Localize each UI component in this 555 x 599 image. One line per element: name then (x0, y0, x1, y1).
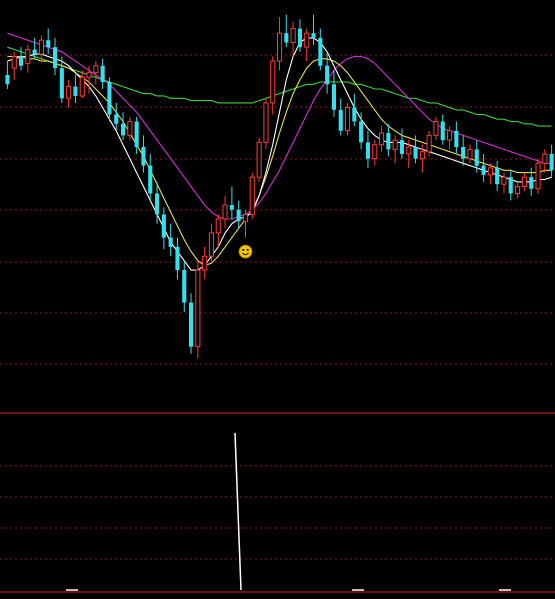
candle-body-up (242, 213, 248, 222)
candle-body-up (86, 72, 92, 78)
candle-body-up (66, 86, 72, 99)
candle-body-up (277, 32, 283, 62)
candle-body-down (175, 246, 180, 271)
candle-body-down (59, 68, 64, 99)
candle-body-up (270, 60, 276, 104)
candle-body-down (134, 121, 139, 147)
candle-body-down (325, 65, 330, 85)
candle-body-down (161, 214, 166, 238)
smiley-eye-right (246, 248, 249, 251)
candle-body-up (433, 121, 439, 136)
candle-body-up (501, 176, 507, 185)
candle-body-down (352, 107, 357, 122)
candle-body-up (215, 218, 221, 234)
candle-body-up (447, 130, 453, 141)
candle-body-down (121, 123, 126, 136)
candle-body-down (189, 302, 194, 347)
candle-body-up (345, 107, 351, 132)
candle-body-down (386, 133, 391, 150)
candle-body-down (454, 130, 459, 148)
candle-body-down (155, 193, 160, 215)
candle-body-up (521, 176, 527, 187)
smiley-face (238, 244, 253, 259)
candle-body-up (222, 204, 228, 220)
candle-body-up (542, 153, 548, 164)
candle-body-up (535, 162, 541, 190)
candle-body-down (73, 86, 78, 96)
candle-body-down (182, 270, 187, 303)
candle-body-down (318, 37, 323, 66)
candle-body-down (549, 154, 554, 171)
candle-body-down (331, 84, 336, 110)
candle-body-down (284, 33, 289, 43)
candle-body-down (100, 65, 105, 82)
candle-body-down (474, 149, 479, 166)
candle-body-up (304, 32, 310, 48)
smiley-face-icon (238, 244, 253, 259)
candle-body-down (359, 121, 364, 143)
candle-body-down (19, 56, 24, 66)
candle-body-down (365, 142, 370, 159)
candle-body-down (32, 49, 37, 55)
candle-body-down (508, 177, 513, 194)
candle-body-down (229, 205, 234, 210)
candle-body-down (495, 167, 500, 185)
candle-body-up (392, 139, 398, 150)
candle-body-down (338, 109, 343, 131)
stock-chart (0, 0, 555, 599)
candle-body-up (263, 102, 269, 143)
candle-body-down (5, 75, 10, 85)
candle-body-down (481, 165, 486, 175)
candle-body-down (53, 47, 58, 69)
signal-marker (238, 244, 253, 259)
candle (263, 98, 269, 150)
candle-body-up (406, 146, 412, 155)
candle-body-down (413, 147, 418, 159)
candle-body-up (11, 56, 17, 69)
candle-body-down (461, 147, 466, 159)
candle-body-down (168, 237, 173, 247)
candle-body-up (79, 76, 85, 97)
candle-body-up (249, 176, 255, 215)
candle-body-up (195, 269, 201, 348)
candle (345, 102, 351, 136)
candle-body-down (236, 209, 241, 222)
candle-body-down (141, 147, 146, 166)
candle-body-up (25, 49, 31, 64)
candle-body-down (148, 165, 153, 194)
candle-body-up (256, 141, 262, 178)
smiley-eye-left (242, 248, 245, 251)
candle-body-up (208, 232, 214, 257)
candle (195, 260, 201, 359)
candle-body-down (311, 33, 316, 38)
candle-body-up (515, 186, 521, 194)
candle-body-up (487, 167, 493, 176)
candle-body-up (379, 132, 385, 146)
candle-body-up (290, 28, 296, 43)
candle-body-down (297, 28, 302, 48)
candle-body-up (419, 151, 425, 160)
candle-body-down (529, 177, 534, 189)
candle-body-down (46, 40, 51, 48)
candle (249, 172, 255, 220)
candle-body-up (38, 39, 45, 55)
candle-body-up (372, 144, 378, 160)
candle-body-up (127, 121, 133, 136)
candle-body-up (93, 65, 99, 74)
candle-body-up (202, 255, 208, 271)
candle-body-down (440, 121, 445, 141)
candle-body-up (426, 134, 432, 153)
candle-body-up (467, 148, 473, 160)
candle (535, 158, 541, 194)
candle-body-down (114, 114, 119, 124)
candle (256, 137, 262, 182)
candle-body-down (107, 82, 112, 115)
candle-body-down (399, 140, 404, 154)
